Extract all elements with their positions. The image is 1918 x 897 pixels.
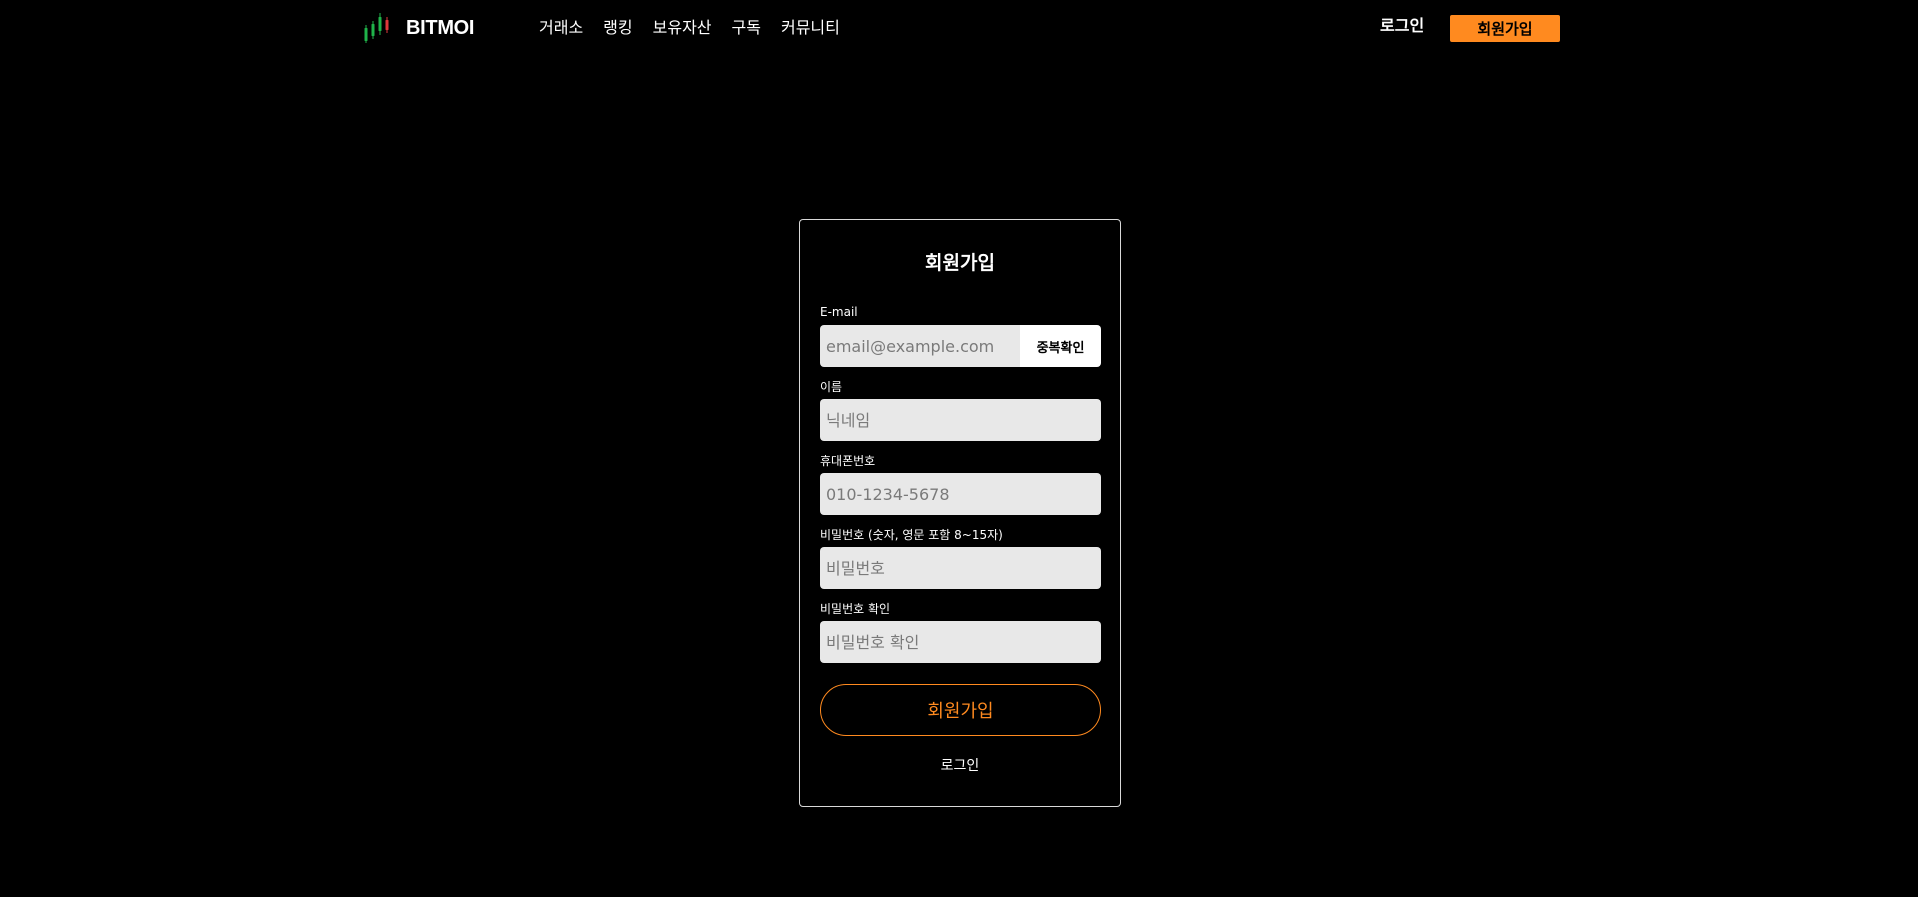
nav-item-ranking[interactable]: 랭킹 [603,16,632,40]
email-input[interactable] [820,325,1020,367]
header-signup-button[interactable]: 회원가입 [1450,15,1560,42]
password-input[interactable] [820,547,1101,589]
email-row: 중복확인 [820,325,1101,367]
top-navigation-bar: BITMOI 거래소 랭킹 보유자산 구독 커뮤니티 로그인 회원가입 [0,0,1918,56]
name-input[interactable] [820,399,1101,441]
card-login-link[interactable]: 로그인 [800,755,1120,775]
phone-input[interactable] [820,473,1101,515]
main-nav: 거래소 랭킹 보유자산 구독 커뮤니티 [539,16,840,40]
nav-item-assets[interactable]: 보유자산 [653,16,712,40]
signup-title: 회원가입 [925,252,995,274]
phone-label: 휴대폰번호 [820,454,876,468]
nav-item-community[interactable]: 커뮤니티 [781,16,840,40]
name-label: 이름 [820,380,843,394]
email-duplicate-check-button[interactable]: 중복확인 [1020,325,1101,367]
nav-item-subscription[interactable]: 구독 [732,16,761,40]
header-login-link[interactable]: 로그인 [1380,14,1424,38]
signup-card: 회원가입 E-mail 중복확인 이름 휴대폰번호 비밀번호 (숫자, 영문 포… [799,219,1121,807]
signup-submit-button[interactable]: 회원가입 [820,684,1101,736]
password-confirm-input[interactable] [820,621,1101,663]
password-label: 비밀번호 (숫자, 영문 포함 8~15자) [820,528,1003,542]
logo-link[interactable]: BITMOI [362,10,475,46]
email-label: E-mail [820,305,858,319]
logo-text: BITMOI [406,16,475,39]
candlestick-chart-icon [364,13,389,43]
password-confirm-label: 비밀번호 확인 [820,602,891,616]
nav-item-exchange[interactable]: 거래소 [539,16,583,40]
